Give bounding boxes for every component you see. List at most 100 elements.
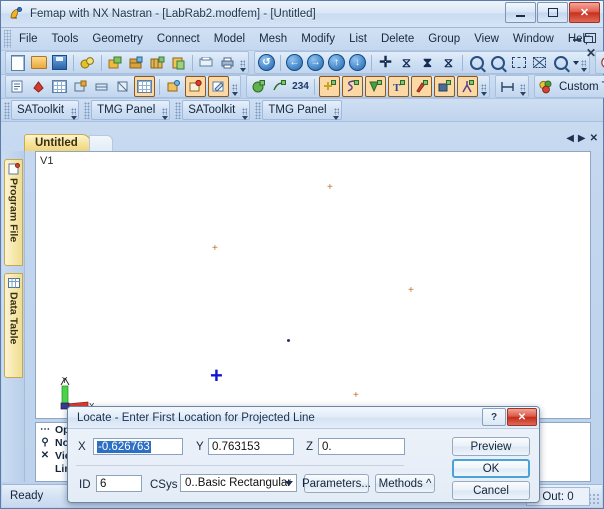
menu-item-view[interactable]: View xyxy=(467,30,506,48)
constraint-create-icon[interactable] xyxy=(434,76,455,97)
print-preview-icon[interactable] xyxy=(197,53,216,72)
constraint-icon[interactable] xyxy=(185,76,206,97)
print-icon[interactable] xyxy=(218,53,237,72)
render-style-icon[interactable] xyxy=(598,53,604,72)
mdi-restore-icon[interactable] xyxy=(584,33,596,43)
tab-close-icon[interactable]: ✕ xyxy=(590,133,598,144)
panel-gripper-3[interactable] xyxy=(175,101,182,119)
curve-create-icon[interactable] xyxy=(342,76,363,97)
toolbar-overflow-entity[interactable] xyxy=(479,77,488,96)
surface-create-icon[interactable] xyxy=(365,76,386,97)
minimize-button[interactable] xyxy=(505,2,536,23)
menu-item-tools[interactable]: Tools xyxy=(45,30,86,48)
panel-tab-overflow-2[interactable] xyxy=(160,101,169,120)
csys-dropdown[interactable]: 0..Basic Rectangular xyxy=(180,474,297,492)
text-create-icon[interactable]: T xyxy=(388,76,409,97)
load-icon[interactable] xyxy=(164,77,183,96)
selected-point-marker[interactable] xyxy=(287,339,290,342)
menu-item-list[interactable]: List xyxy=(342,30,374,48)
properties-gear-icon[interactable] xyxy=(78,53,97,72)
ok-button[interactable]: OK xyxy=(452,459,530,478)
tab-prev-icon[interactable]: ◀ xyxy=(566,133,574,144)
document-tab-untitled[interactable]: Untitled xyxy=(24,134,91,151)
save-icon[interactable] xyxy=(50,53,69,72)
magnify-icon[interactable] xyxy=(551,53,570,72)
edit-icon[interactable] xyxy=(208,76,229,97)
menu-item-model[interactable]: Model xyxy=(207,30,252,48)
autoscale-x-icon[interactable]: ⧖ xyxy=(397,53,416,72)
pan-left-icon[interactable]: ← xyxy=(285,53,304,72)
menu-gripper[interactable] xyxy=(4,30,11,48)
zoom-out-icon[interactable] xyxy=(488,53,507,72)
table-icon[interactable] xyxy=(50,77,69,96)
grid-icon[interactable] xyxy=(134,76,155,97)
pan-right-icon[interactable]: → xyxy=(306,53,325,72)
surface-icon[interactable] xyxy=(113,77,132,96)
mdi-close-icon[interactable]: ✕ xyxy=(586,47,596,59)
mesh-node-marker[interactable]: + xyxy=(353,391,359,401)
panel-gripper-1[interactable] xyxy=(4,101,10,119)
tab-next-icon[interactable]: ▶ xyxy=(578,133,586,144)
layer-icon[interactable] xyxy=(127,53,146,72)
mesh-count-icon[interactable]: 234 xyxy=(291,77,310,96)
z-input[interactable]: 0. xyxy=(318,438,405,455)
curve-icon[interactable] xyxy=(270,77,289,96)
cancel-button[interactable]: Cancel xyxy=(452,481,530,500)
menu-item-file[interactable]: File xyxy=(12,30,45,48)
node-create-icon[interactable] xyxy=(319,76,340,97)
panel-tab-overflow-3[interactable] xyxy=(240,101,249,120)
toolbar-overflow-post[interactable] xyxy=(518,77,527,96)
panel-tab-tmg-2[interactable]: TMG Panel xyxy=(262,100,342,120)
custom-tools-label[interactable]: Custom Tools xyxy=(557,81,604,93)
panel-gripper-2[interactable] xyxy=(84,101,91,119)
preview-button[interactable]: Preview xyxy=(452,437,530,456)
mesh-node-marker[interactable]: + xyxy=(327,183,333,193)
mesh-node-marker[interactable]: + xyxy=(212,244,218,254)
graphics-canvas[interactable]: V1 + + + + + Y X xyxy=(35,151,591,419)
panel-tab-overflow-1[interactable] xyxy=(69,101,78,120)
zoom-fit-plus-icon[interactable]: ✛ xyxy=(376,53,395,72)
id-input[interactable]: 6 xyxy=(96,475,142,492)
menu-item-group[interactable]: Group xyxy=(421,30,467,48)
import-icon[interactable] xyxy=(106,53,125,72)
zoom-region-icon[interactable] xyxy=(530,53,549,72)
mdi-minimize-icon[interactable] xyxy=(573,39,581,41)
new-document-icon[interactable] xyxy=(8,53,27,72)
menu-item-modify[interactable]: Modify xyxy=(294,30,342,48)
load-create-icon[interactable] xyxy=(411,76,432,97)
panel-gripper-4[interactable] xyxy=(255,101,262,119)
menu-item-geometry[interactable]: Geometry xyxy=(85,30,150,48)
connect-create-icon[interactable] xyxy=(457,76,478,97)
maximize-button[interactable] xyxy=(537,2,568,23)
parameters-button[interactable]: Parameters... xyxy=(302,474,371,493)
list-icon[interactable] xyxy=(8,77,27,96)
help-button[interactable]: ? xyxy=(482,408,506,426)
y-input[interactable]: 0.763153 xyxy=(208,438,294,455)
zoom-in-icon[interactable] xyxy=(467,53,486,72)
panel-tab-satoolkit-1[interactable]: SAToolkit xyxy=(11,100,80,120)
pan-down-icon[interactable]: ↓ xyxy=(348,53,367,72)
element-icon[interactable] xyxy=(92,77,111,96)
menu-item-connect[interactable]: Connect xyxy=(150,30,207,48)
measure-icon[interactable] xyxy=(498,77,517,96)
menu-item-window[interactable]: Window xyxy=(506,30,561,48)
menu-item-mesh[interactable]: Mesh xyxy=(252,30,294,48)
mesh-node-marker[interactable]: + xyxy=(408,286,414,296)
pan-up-icon[interactable]: ↑ xyxy=(327,53,346,72)
rotate-icon[interactable]: ↺ xyxy=(257,53,276,72)
methods-button[interactable]: Methods ^ xyxy=(375,474,435,493)
resize-grip-icon[interactable] xyxy=(588,493,600,505)
toolbar-overflow-model[interactable] xyxy=(230,77,239,96)
panel-tab-overflow-4[interactable] xyxy=(332,101,341,120)
panel-tab-satoolkit-2[interactable]: SAToolkit xyxy=(182,100,251,120)
point-icon[interactable] xyxy=(249,77,268,96)
x-input[interactable]: -0.626763 xyxy=(93,438,183,455)
close-button[interactable]: ✕ xyxy=(569,2,600,23)
paste-icon[interactable] xyxy=(169,53,188,72)
node-icon[interactable] xyxy=(71,77,90,96)
panel-tab-tmg-1[interactable]: TMG Panel xyxy=(91,100,171,120)
custom-tools-icon[interactable] xyxy=(537,77,556,96)
zoom-window-icon[interactable] xyxy=(509,53,528,72)
menu-item-delete[interactable]: Delete xyxy=(374,30,421,48)
layer-alt-icon[interactable] xyxy=(148,53,167,72)
